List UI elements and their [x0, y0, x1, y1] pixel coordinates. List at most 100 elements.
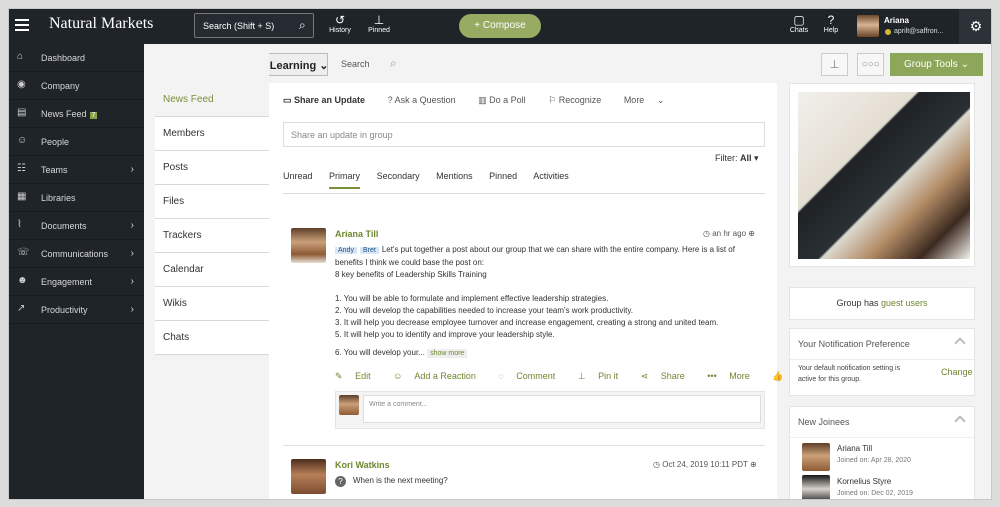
sidebar-item-libraries[interactable]: ▦ Libraries: [9, 184, 144, 212]
pin-icon: ⊥: [577, 371, 586, 381]
nav-members[interactable]: Members: [155, 117, 269, 151]
add-reaction-button[interactable]: ☺ Add a Reaction: [393, 371, 486, 381]
top-bar: Natural Markets Search (Shift + S) ⌕ ↺ Hi…: [9, 9, 991, 44]
post-body: Andy Bret Let's put together a post about …: [335, 245, 735, 358]
chevron-right-icon: ›: [130, 304, 134, 315]
new-joinees-panel: New Joinees Ariana Till Joined on: Apr 2…: [789, 406, 975, 499]
compose-button[interactable]: + Compose: [459, 14, 541, 38]
share-icon: ⋖: [640, 371, 649, 381]
nav-trackers[interactable]: Trackers: [155, 219, 269, 253]
sidebar-item-engagement[interactable]: ☻ Engagement ›: [9, 268, 144, 296]
sidebar-item-documents[interactable]: ⌇ Documents ›: [9, 212, 144, 240]
chevron-down-icon: ⌄: [319, 60, 329, 72]
mention-tag[interactable]: Andy: [335, 247, 357, 254]
share-update-input[interactable]: Share an update in group: [283, 122, 765, 147]
post-author[interactable]: Kori Watkins: [335, 460, 390, 470]
sidebar-item-news-feed[interactable]: ▤ News Feed 7: [9, 100, 144, 128]
clock-icon: ◷: [703, 229, 710, 238]
nav-news-feed[interactable]: News Feed: [155, 83, 269, 117]
help-icon: ?: [827, 13, 835, 27]
nav-calendar[interactable]: Calendar: [155, 253, 269, 287]
sidebar-item-productivity[interactable]: ↗ Productivity ›: [9, 296, 144, 324]
tab-pinned[interactable]: Pinned: [489, 171, 517, 181]
edit-icon: ✎: [335, 371, 343, 381]
tab-mentions[interactable]: Mentions: [436, 171, 473, 181]
author-avatar[interactable]: [291, 459, 326, 494]
user-icon: ☺: [17, 135, 28, 146]
joinee-name[interactable]: Kornelius Styre: [837, 477, 891, 486]
chevron-right-icon: ›: [130, 276, 134, 287]
chat-icon: ▢: [793, 13, 805, 27]
search-icon[interactable]: ⌕: [390, 56, 397, 71]
filter-control[interactable]: Filter: All ▾: [715, 153, 759, 164]
show-more-link[interactable]: show more: [427, 349, 468, 358]
app-window: Natural Markets Search (Shift + S) ⌕ ↺ Hi…: [8, 8, 992, 500]
search-icon[interactable]: ⌕: [299, 18, 306, 33]
joinee-avatar[interactable]: [802, 475, 830, 499]
guest-users-link[interactable]: guest users: [881, 298, 928, 308]
globe-icon: ⊕: [750, 460, 757, 469]
user-avatar[interactable]: [857, 15, 879, 37]
chevron-right-icon: ›: [130, 220, 134, 231]
post-time: ◷ an hr ago ⊕: [703, 229, 755, 238]
post-time: ◷ Oct 24, 2019 10:11 PDT ⊕: [653, 460, 757, 469]
post-author[interactable]: Ariana Till: [335, 229, 378, 239]
joinee-avatar[interactable]: [802, 443, 830, 471]
nav-files[interactable]: Files: [155, 185, 269, 219]
sidebar-item-people[interactable]: ☺ People: [9, 128, 144, 156]
communications-icon: ☏: [17, 247, 30, 258]
ask-question-button[interactable]: ? Ask a Question: [388, 95, 466, 105]
sidebar-item-teams[interactable]: ☷ Teams ›: [9, 156, 144, 184]
sidebar-item-communications[interactable]: ☏ Communications ›: [9, 240, 144, 268]
group-cover-image: [798, 92, 970, 259]
user-name[interactable]: Ariana: [884, 16, 909, 25]
search-input[interactable]: Search (Shift + S): [194, 13, 314, 38]
nav-wikis[interactable]: Wikis: [155, 287, 269, 321]
chevron-right-icon: ›: [130, 248, 134, 259]
chats-button[interactable]: ▢ Chats: [787, 13, 811, 35]
user-email: aprilt@saffron...: [894, 28, 944, 35]
share-button[interactable]: ⋖ Share: [641, 371, 695, 381]
change-link[interactable]: Change: [941, 367, 973, 377]
more-post-actions-button[interactable]: ••• More: [707, 371, 759, 381]
author-avatar[interactable]: [291, 228, 326, 263]
comment-input[interactable]: Write a comment...: [363, 395, 761, 423]
comment-button[interactable]: ◌ Comment: [498, 371, 565, 381]
notification-title: Your Notification Preference: [790, 329, 974, 360]
mention-tag[interactable]: Bret: [359, 247, 379, 254]
menu-icon[interactable]: [15, 19, 29, 31]
recognize-button[interactable]: ⚐ Recognize: [548, 95, 611, 105]
nav-chats[interactable]: Chats: [155, 321, 269, 355]
do-poll-button[interactable]: ▥ Do a Poll: [478, 95, 536, 105]
pin-button[interactable]: ⊥: [821, 53, 848, 76]
pinned-button[interactable]: ⊥ Pinned: [365, 14, 393, 35]
sidebar-item-dashboard[interactable]: ⌂ Dashboard: [9, 44, 144, 72]
help-button[interactable]: ? Help: [821, 13, 841, 35]
more-actions-button[interactable]: More ⌄: [624, 95, 665, 105]
tab-activities[interactable]: Activities: [533, 171, 569, 181]
tab-unread[interactable]: Unread: [283, 171, 313, 181]
share-update-button[interactable]: ▭ Share an Update: [283, 95, 375, 105]
group-tools-button[interactable]: Group Tools ⌄: [890, 53, 983, 76]
edit-button[interactable]: ✎ Edit: [335, 371, 381, 381]
sidebar-item-company[interactable]: ◉ Company: [9, 72, 144, 100]
post-divider: [283, 445, 765, 446]
joinee-name[interactable]: Ariana Till: [837, 444, 872, 453]
ellipsis-icon: •••: [707, 371, 717, 381]
logo[interactable]: Natural Markets: [49, 15, 153, 33]
group-image-panel: [789, 83, 975, 267]
sidebar: ⌂ Dashboard ◉ Company ▤ News Feed 7 ☺ People …: [9, 44, 144, 499]
smile-icon: ☺: [393, 371, 403, 381]
settings-icon[interactable]: ⚙: [959, 9, 991, 44]
post-body: When is the next meeting?: [353, 476, 448, 485]
tab-primary[interactable]: Primary: [329, 171, 361, 189]
tab-secondary[interactable]: Secondary: [377, 171, 420, 181]
pin-post-button[interactable]: ⊥ Pin it: [578, 371, 628, 381]
group-search-label[interactable]: Search: [341, 59, 370, 69]
more-options-button[interactable]: ○○○: [857, 53, 884, 76]
history-button[interactable]: ↺ History: [327, 14, 353, 35]
paperclip-icon: ⌇: [17, 219, 22, 230]
nav-posts[interactable]: Posts: [155, 151, 269, 185]
joinee-date: Joined on: Apr 28, 2020: [837, 457, 911, 464]
pin-icon: ⊥: [829, 59, 840, 71]
